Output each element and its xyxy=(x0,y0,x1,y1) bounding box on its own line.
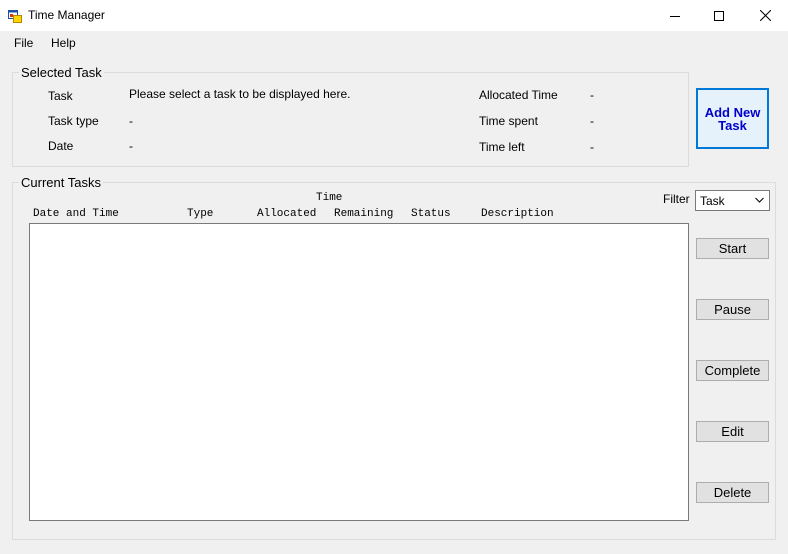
filter-select[interactable]: Task xyxy=(695,190,770,211)
menu-help[interactable]: Help xyxy=(51,36,76,50)
window-title: Time Manager xyxy=(28,8,105,22)
column-description: Description xyxy=(481,208,554,220)
pause-button[interactable]: Pause xyxy=(696,299,769,320)
edit-button[interactable]: Edit xyxy=(696,421,769,442)
minimize-icon xyxy=(670,15,680,17)
allocated-time-value: - xyxy=(590,88,594,102)
column-status: Status xyxy=(411,208,451,220)
column-allocated: Allocated xyxy=(257,208,317,220)
allocated-time-label: Allocated Time xyxy=(479,88,558,102)
close-icon xyxy=(759,10,771,21)
column-remaining: Remaining xyxy=(334,208,394,220)
time-spent-label: Time spent xyxy=(479,114,538,128)
app-window-icon xyxy=(8,10,22,23)
filter-select-value: Task xyxy=(700,194,725,208)
menu-file[interactable]: File xyxy=(14,36,33,50)
chevron-down-icon xyxy=(755,197,764,203)
delete-button[interactable]: Delete xyxy=(696,482,769,503)
current-tasks-title: Current Tasks xyxy=(19,175,103,190)
date-value: - xyxy=(129,139,133,153)
add-new-task-button[interactable]: Add New Task xyxy=(696,88,769,149)
tasks-listbox[interactable] xyxy=(29,223,689,521)
selected-task-title: Selected Task xyxy=(19,65,104,80)
close-button[interactable] xyxy=(742,0,788,31)
task-value: Please select a task to be displayed her… xyxy=(129,87,351,101)
task-type-value: - xyxy=(129,114,133,128)
maximize-icon xyxy=(714,10,724,21)
start-button[interactable]: Start xyxy=(696,238,769,259)
minimize-button[interactable] xyxy=(652,0,698,31)
time-spent-value: - xyxy=(590,114,594,128)
date-label: Date xyxy=(48,139,74,153)
selected-task-group xyxy=(12,72,689,167)
complete-button[interactable]: Complete xyxy=(696,360,769,381)
time-left-label: Time left xyxy=(479,140,525,154)
maximize-button[interactable] xyxy=(696,0,742,31)
column-group-time: Time xyxy=(316,192,343,204)
task-label: Task xyxy=(48,89,73,103)
column-type: Type xyxy=(187,208,214,220)
column-date-time: Date and Time xyxy=(33,208,119,220)
menu-bar xyxy=(0,31,788,55)
task-type-label: Task type xyxy=(48,114,99,128)
filter-label: Filter xyxy=(663,192,690,206)
time-left-value: - xyxy=(590,140,594,154)
